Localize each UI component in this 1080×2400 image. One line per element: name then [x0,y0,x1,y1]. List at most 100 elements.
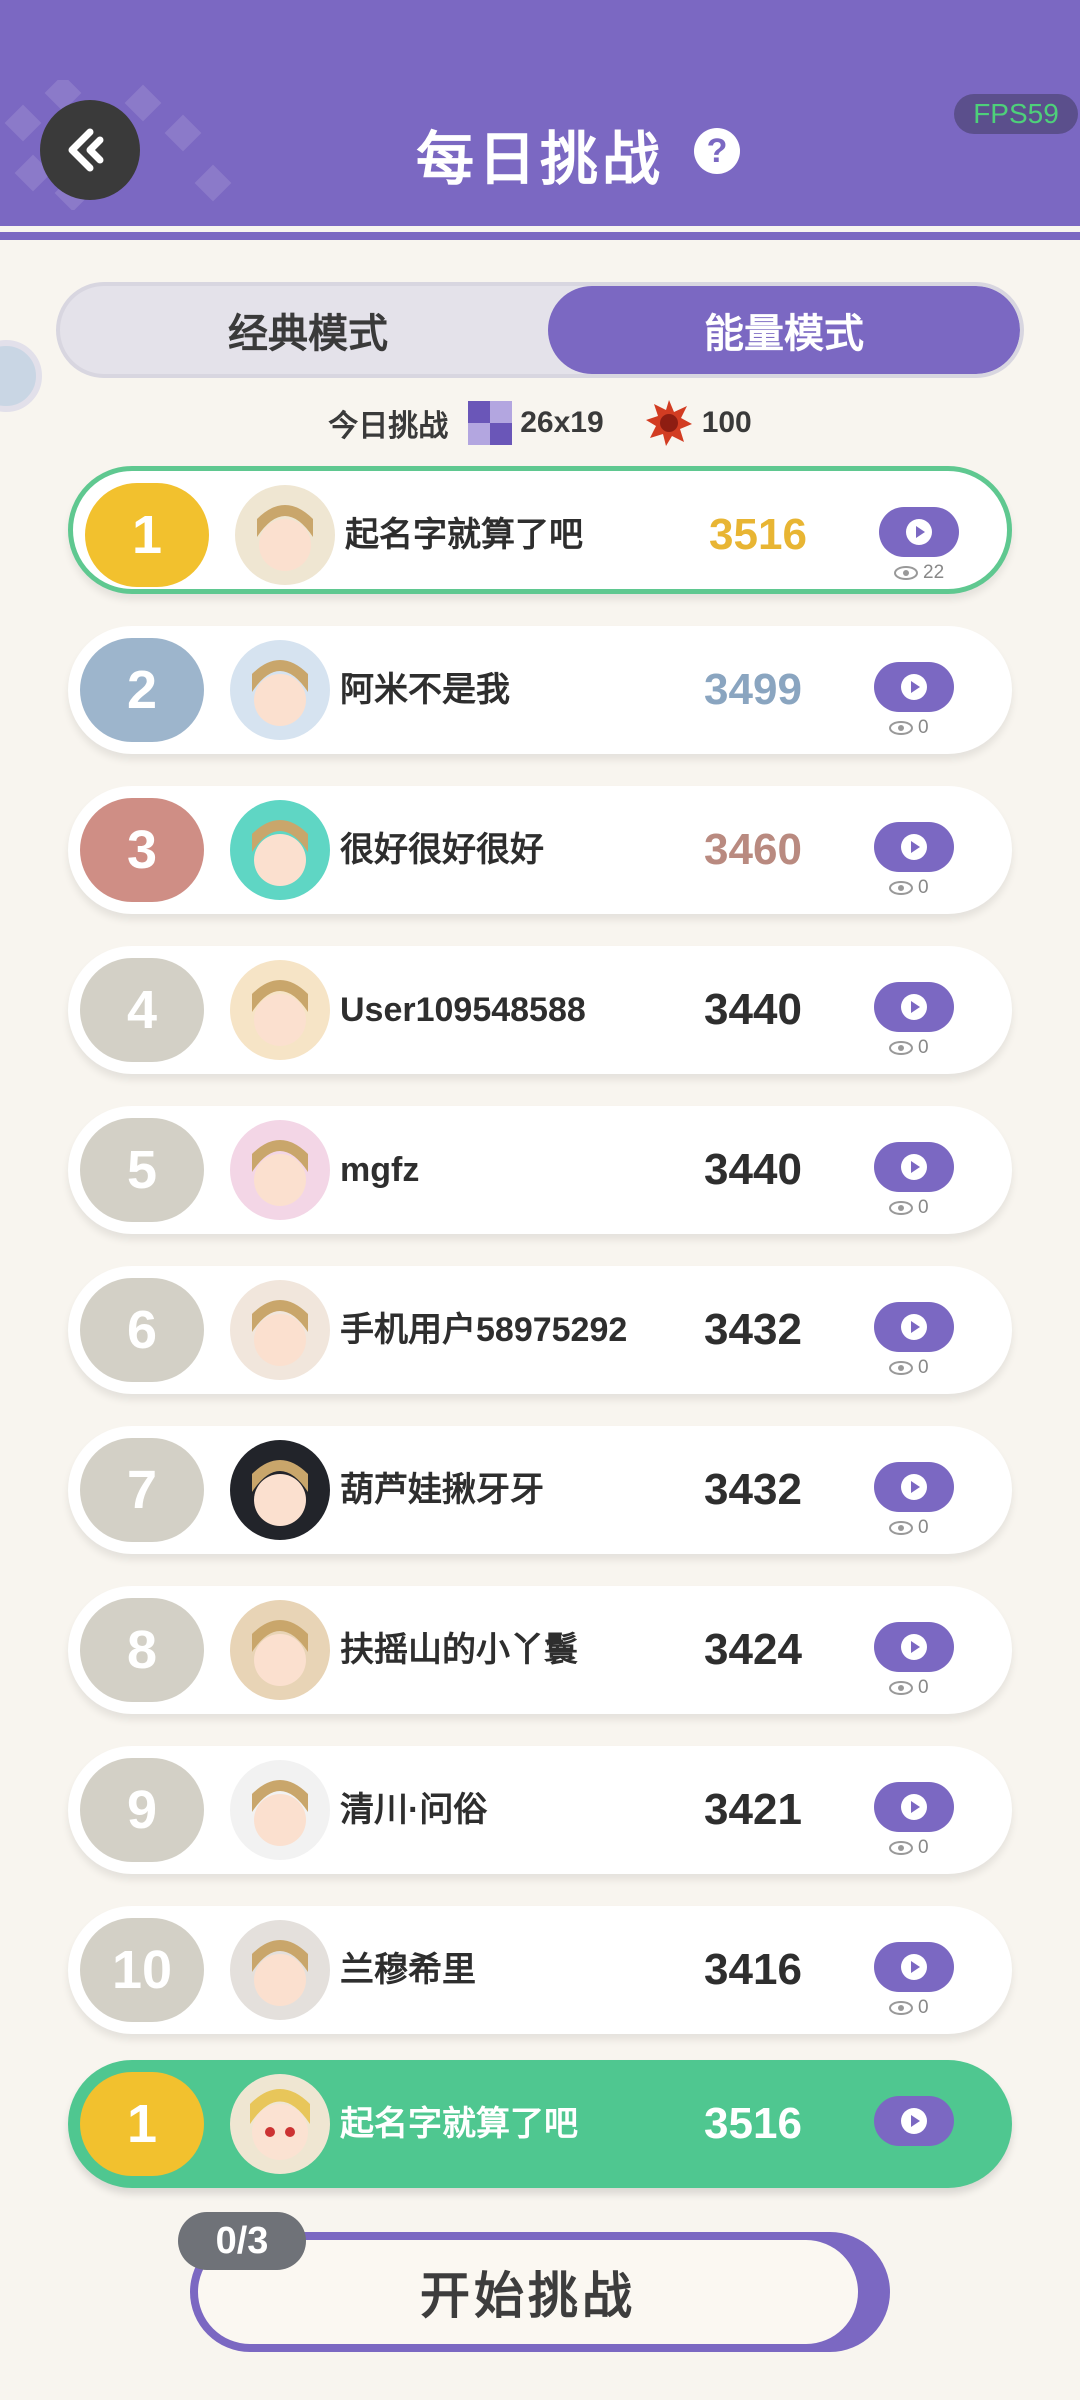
ranking-row[interactable]: 1 起名字就算了吧 3516 22 [68,466,1012,594]
player-score: 3499 [704,665,802,714]
player-score: 3432 [704,1305,802,1354]
replay-button[interactable] [874,1942,954,1992]
challenge-label: 今日挑战 [328,410,449,443]
ranking-row[interactable]: 9 清川·问俗 3421 0 [68,1746,1012,1874]
view-count-value: 0 [918,1197,929,1218]
play-icon [901,834,927,860]
ranking-row[interactable]: 6 手机用户58975292 3432 0 [68,1266,1012,1394]
challenge-info: 今日挑战 26x19 100 [0,398,1080,448]
rank-badge: 6 [80,1278,204,1382]
play-icon [906,519,932,545]
eye-icon [894,566,918,580]
play-icon [901,1954,927,1980]
rank-badge: 9 [80,1758,204,1862]
avatar [230,640,330,740]
replay-button[interactable] [874,2096,954,2146]
replay-button[interactable] [874,1462,954,1512]
view-count-value: 0 [918,1837,929,1858]
player-name: 起名字就算了吧 [345,516,583,554]
player-score: 3424 [704,1625,802,1674]
tab-energy-mode[interactable]: 能量模式 [548,286,1020,374]
grid-size-info: 26x19 [468,401,604,445]
rank-badge: 10 [80,1918,204,2022]
rank-badge: 8 [80,1598,204,1702]
rank-badge: 3 [80,798,204,902]
ranking-row[interactable]: 5 mgfz 3440 0 [68,1106,1012,1234]
avatar [230,1440,330,1540]
play-icon [901,1474,927,1500]
eye-icon [889,1041,913,1055]
view-count: 0 [888,1516,929,1540]
play-icon [901,1154,927,1180]
player-score: 3460 [704,825,802,874]
player-name: 很好很好很好 [340,831,544,869]
play-icon [901,1314,927,1340]
replay-button[interactable] [879,507,959,557]
view-count-value: 0 [918,1677,929,1698]
question-icon[interactable]: ? [694,128,740,174]
view-count: 0 [888,1996,929,2020]
my-rank-badge: 1 [80,2072,204,2176]
ranking-row[interactable]: 3 很好很好很好 3460 0 [68,786,1012,914]
rank-badge: 4 [80,958,204,1062]
avatar [235,485,335,585]
play-icon [901,994,927,1020]
ranking-row[interactable]: 4 User109548588 3440 0 [68,946,1012,1074]
player-name: 葫芦娃揪牙牙 [340,1471,544,1509]
eye-icon [889,1361,913,1375]
replay-button[interactable] [874,822,954,872]
player-name: User109548588 [340,991,586,1029]
mode-toggle: 经典模式 能量模式 [56,282,1024,378]
replay-button[interactable] [874,982,954,1032]
energy-icon [645,400,692,446]
replay-button[interactable] [874,1622,954,1672]
avatar [230,1600,330,1700]
player-score: 3440 [704,985,802,1034]
my-score: 3516 [704,2099,802,2148]
play-icon [901,1794,927,1820]
header-divider-line [0,232,1080,240]
eye-icon [889,721,913,735]
replay-button[interactable] [874,1142,954,1192]
fps-counter: FPS59 [954,94,1078,134]
avatar [230,800,330,900]
view-count-value: 0 [918,1037,929,1058]
view-count-value: 0 [918,1997,929,2018]
view-count-value: 0 [918,877,929,898]
page-title: 每日挑战 [415,127,664,192]
view-count: 0 [888,1196,929,1220]
ranking-row[interactable]: 7 葫芦娃揪牙牙 3432 0 [68,1426,1012,1554]
view-count: 0 [888,1836,929,1860]
view-count: 22 [893,561,944,585]
view-count: 0 [888,1676,929,1700]
avatar [230,1920,330,2020]
view-count: 0 [888,1036,929,1060]
grid-size-value: 26x19 [520,406,604,439]
play-icon [901,1634,927,1660]
ranking-row[interactable]: 2 阿米不是我 3499 0 [68,626,1012,754]
rank-badge: 7 [80,1438,204,1542]
avatar [230,1760,330,1860]
player-name: 阿米不是我 [340,671,510,709]
play-icon [901,674,927,700]
player-score: 3516 [709,510,807,559]
eye-icon [889,1521,913,1535]
eye-icon [889,881,913,895]
view-count-value: 0 [918,1517,929,1538]
ranking-row[interactable]: 8 扶摇山的小丫鬟 3424 0 [68,1586,1012,1714]
ranking-row[interactable]: 10 兰穆希里 3416 0 [68,1906,1012,2034]
player-score: 3440 [704,1145,802,1194]
replay-button[interactable] [874,1302,954,1352]
my-player-name: 起名字就算了吧 [340,2105,578,2143]
replay-button[interactable] [874,1782,954,1832]
player-name: mgfz [340,1151,420,1189]
view-count: 0 [888,716,929,740]
player-score: 3432 [704,1465,802,1514]
my-rank-row[interactable]: 1 起名字就算了吧 3516 [68,2060,1012,2188]
rank-badge: 1 [85,483,209,587]
player-score: 3421 [704,1785,802,1834]
rank-badge: 2 [80,638,204,742]
replay-button[interactable] [874,662,954,712]
eye-icon [889,2001,913,2015]
tab-classic-mode[interactable]: 经典模式 [60,286,556,374]
